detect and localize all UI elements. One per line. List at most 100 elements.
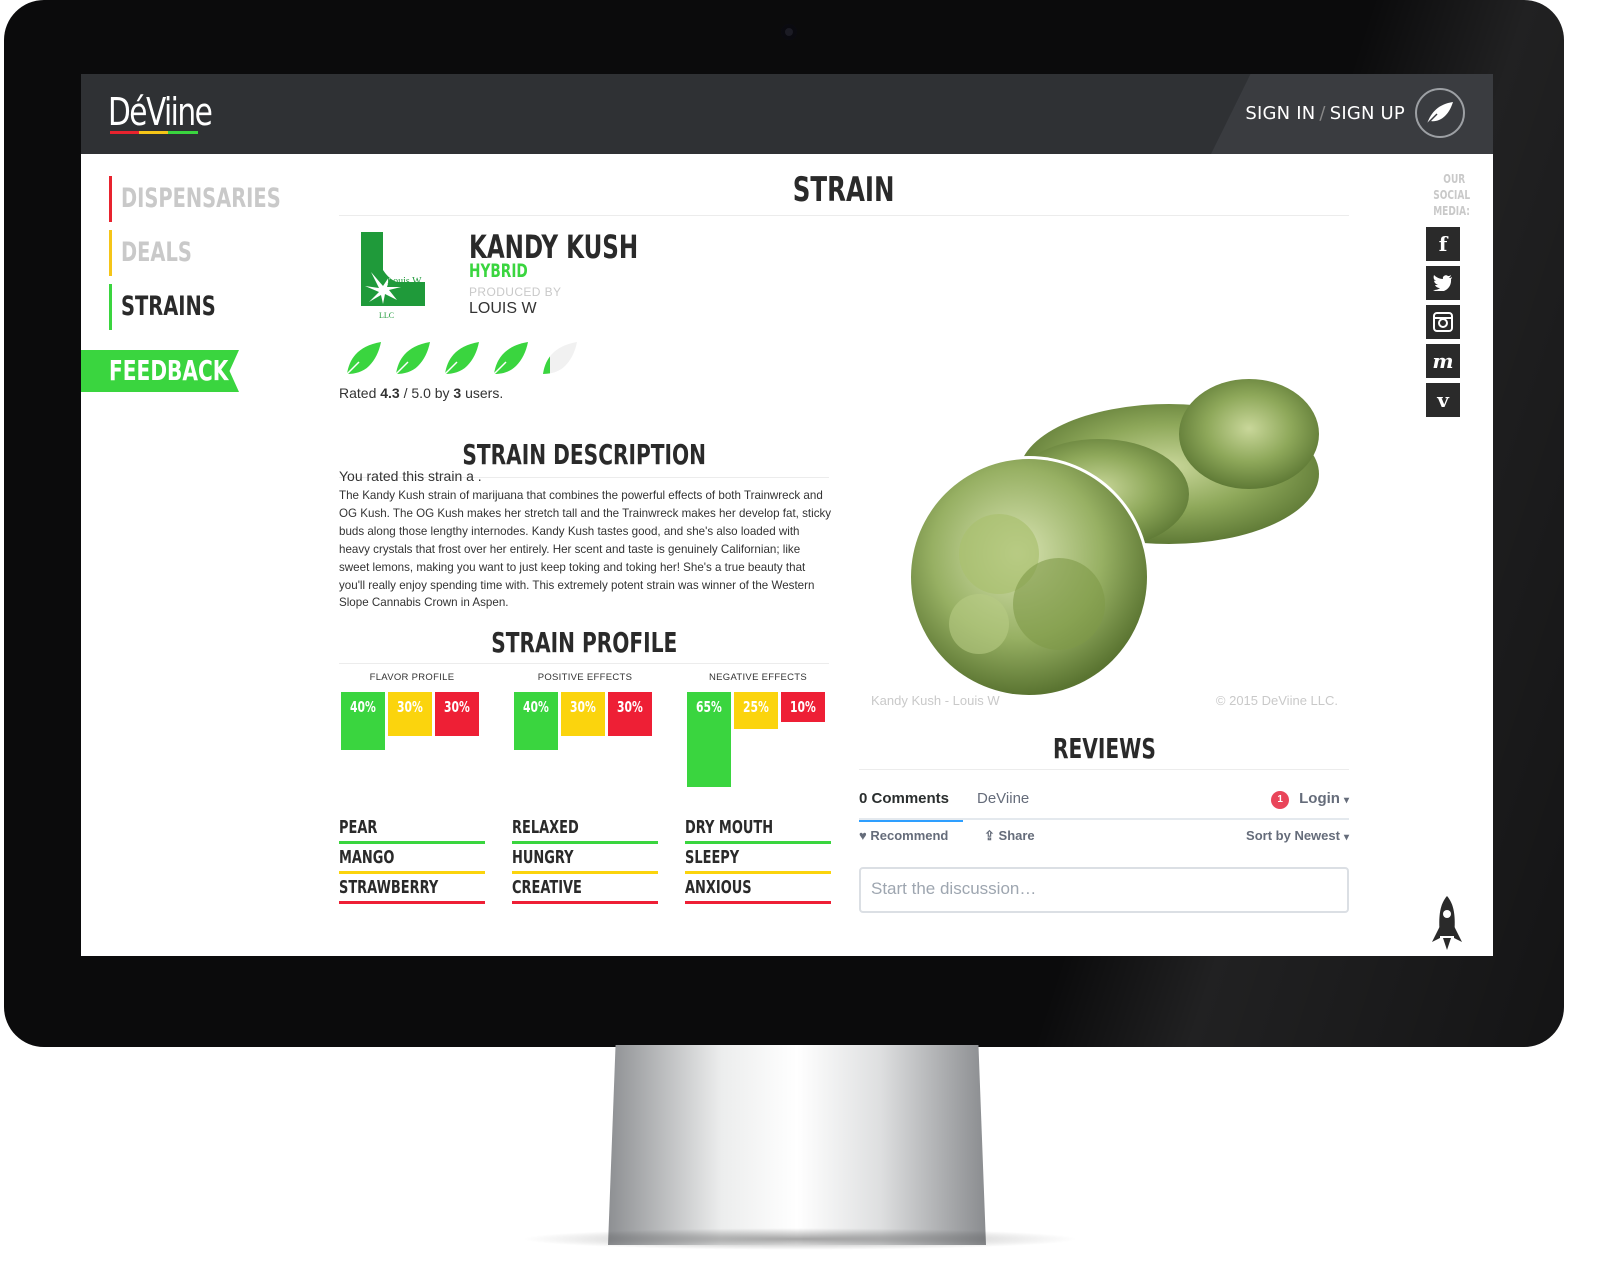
bar-group: 65% 25% 10% (685, 692, 831, 792)
facebook-icon[interactable]: f (1426, 227, 1460, 261)
tag-item[interactable]: SLEEPY (685, 844, 831, 874)
notification-badge[interactable]: 1 (1271, 791, 1290, 809)
rating-summary: Rated 4.3 / 5.0 by 3 users. (339, 385, 504, 401)
description-body: The Kandy Kush strain of marijuana that … (339, 489, 832, 610)
rating-leaf-icon[interactable] (441, 338, 481, 378)
chevron-down-icon: ▾ (1343, 832, 1349, 843)
tag-item[interactable]: RELAXED (512, 814, 658, 844)
tag-item[interactable]: DRY MOUTH (685, 814, 831, 844)
nav-label-strains: STRAINS (121, 291, 216, 322)
tag-item[interactable]: HUNGRY (512, 844, 658, 874)
bar-label: 30% (570, 698, 596, 716)
feedback-button[interactable]: FEEDBACK (81, 350, 239, 392)
positive-effects-column: POSITIVE EFFECTS 40% 30% 30% (512, 672, 658, 792)
nav-item-strains[interactable]: STRAINS (109, 284, 343, 330)
comment-actions: ♥ Recommend ⇪ Share Sort by Newest ▾ (859, 828, 1349, 850)
monitor-frame: DéViine SIGN IN / SIGN UP DISPENSARIES DEA… (4, 0, 1564, 1047)
photo-caption: Kandy Kush - Louis W (871, 693, 1000, 708)
tag-item[interactable]: STRAWBERRY (339, 874, 485, 904)
bar-label: 40% (523, 698, 549, 716)
account-button[interactable] (1415, 88, 1465, 138)
flavor-profile-column: FLAVOR PROFILE 40% 30% 30% (339, 672, 485, 792)
vine-icon[interactable]: v (1426, 383, 1460, 417)
webcam (781, 24, 797, 40)
feedback-label: FEEDBACK (109, 354, 229, 387)
bar-red: 30% (608, 692, 652, 736)
user-rating-note: You rated this strain a . (339, 468, 482, 484)
instagram-icon[interactable] (1426, 305, 1460, 339)
bar-label: 10% (790, 698, 816, 716)
bar-green: 40% (514, 692, 558, 751)
bar-yellow: 30% (388, 692, 432, 736)
top-bar: DéViine SIGN IN / SIGN UP (81, 74, 1493, 154)
leaf-icon (1426, 102, 1453, 125)
chevron-down-icon: ▾ (1343, 795, 1349, 806)
nav-item-deals[interactable]: DEALS (109, 230, 343, 276)
rocket-icon[interactable] (1432, 896, 1462, 952)
positive-effect-tags: RELAXED HUNGRY CREATIVE (512, 814, 658, 904)
tab-community[interactable]: DeViine (977, 790, 1029, 807)
bar-green: 65% (687, 692, 731, 787)
site-logo[interactable]: DéViine (108, 90, 213, 134)
bar-label: 25% (743, 698, 769, 716)
bar-label: 30% (617, 698, 643, 716)
strain-photo (869, 364, 1349, 714)
share-button[interactable]: ⇪ Share (984, 828, 1035, 844)
social-label: OUR SOCIAL MEDIA: (1433, 172, 1471, 218)
description-heading: STRAIN DESCRIPTION (462, 438, 706, 471)
bar-group: 40% 30% 30% (339, 692, 485, 792)
recommend-button[interactable]: ♥ Recommend (859, 828, 948, 843)
medium-icon[interactable]: m (1426, 344, 1460, 378)
reviews-heading-row: REVIEWS (859, 732, 1349, 770)
produced-by-label: PRODUCED BY (469, 285, 562, 299)
negative-effects-column: NEGATIVE EFFECTS 65% 25% 10% (685, 672, 831, 792)
sidebar-nav: DISPENSARIES DEALS STRAINS (109, 176, 343, 338)
heart-icon: ♥ (859, 828, 867, 843)
bar-green: 40% (341, 692, 385, 751)
bar-label: 65% (696, 698, 722, 716)
rating-leaf-icon[interactable] (392, 338, 432, 378)
leaf-rating[interactable] (343, 338, 579, 378)
bar-label: 30% (444, 698, 470, 716)
tag-item[interactable]: ANXIOUS (685, 874, 831, 904)
producer-logo-suffix: LLC (379, 311, 394, 320)
negative-effect-tags: DRY MOUTH SLEEPY ANXIOUS (685, 814, 831, 904)
bar-yellow: 25% (734, 692, 778, 729)
rating-leaf-partial-icon[interactable] (539, 338, 579, 378)
tag-item[interactable]: MANGO (339, 844, 485, 874)
sort-dropdown[interactable]: Sort by Newest ▾ (1246, 828, 1349, 843)
sign-in-link[interactable]: SIGN IN (1245, 103, 1315, 124)
logo-underline (110, 131, 198, 134)
tab-comments[interactable]: 0 Comments (859, 790, 964, 822)
tag-item[interactable]: PEAR (339, 814, 485, 844)
bar-group: 40% 30% 30% (512, 692, 658, 792)
login-menu[interactable]: 1 Login ▾ (1271, 790, 1349, 809)
login-label: Login (1299, 790, 1340, 807)
rating-leaf-icon[interactable] (490, 338, 530, 378)
column-title: NEGATIVE EFFECTS (708, 672, 808, 683)
producer-name[interactable]: LOUIS W (469, 300, 537, 318)
nav-label-deals: DEALS (121, 237, 192, 268)
profile-heading-row: STRAIN PROFILE (339, 626, 829, 664)
page-title: STRAIN (793, 170, 895, 210)
profile-heading: STRAIN PROFILE (490, 626, 678, 659)
rating-leaf-icon[interactable] (343, 338, 383, 378)
producer-logo-text: Louis W. (387, 276, 423, 287)
sign-up-link[interactable]: SIGN UP (1330, 103, 1405, 124)
page-title-row: STRAIN (339, 170, 1349, 216)
stand-shadow (520, 1228, 1080, 1250)
comments-tabs: 0 Comments DeViine 1 Login ▾ (859, 782, 1349, 822)
reviews-heading: REVIEWS (1052, 732, 1156, 765)
discussion-input[interactable]: Start the discussion… (859, 867, 1349, 913)
twitter-icon[interactable] (1426, 266, 1460, 300)
column-title: POSITIVE EFFECTS (537, 672, 633, 683)
column-title: FLAVOR PROFILE (369, 672, 455, 683)
auth-links: SIGN IN / SIGN UP (1245, 103, 1405, 124)
bar-red: 10% (781, 692, 825, 722)
strain-type: HYBRID (469, 260, 528, 282)
bar-label: 40% (350, 698, 376, 716)
producer-logo: Louis W. LLC (361, 232, 425, 322)
nav-item-dispensaries[interactable]: DISPENSARIES (109, 176, 343, 222)
tag-item[interactable]: CREATIVE (512, 874, 658, 904)
photo-copyright: © 2015 DeViine LLC. (1215, 693, 1338, 708)
